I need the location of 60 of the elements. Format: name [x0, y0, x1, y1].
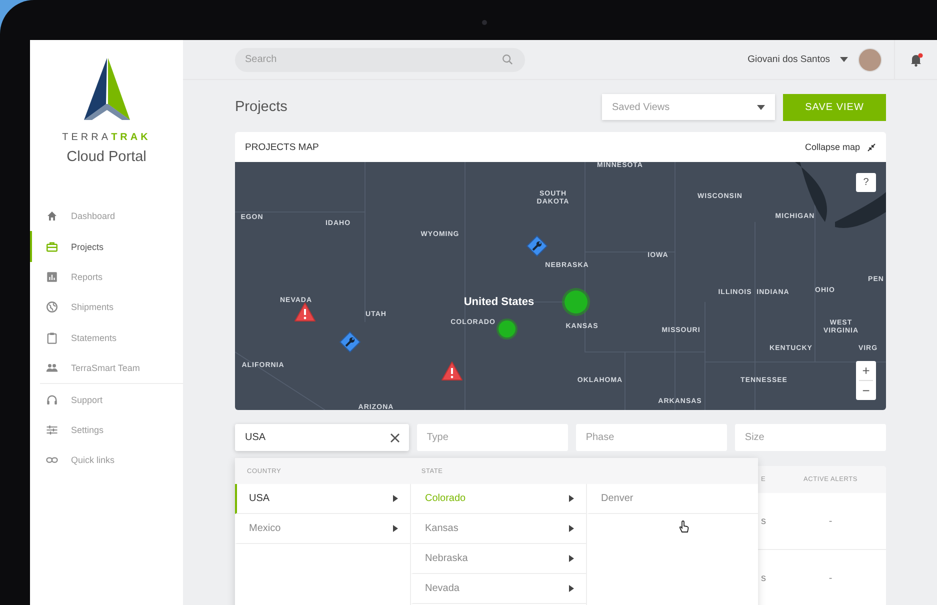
nav-item[interactable]: Settings [30, 414, 183, 446]
project-site-icon[interactable] [496, 318, 518, 340]
nav-icon [46, 424, 58, 436]
user-name[interactable]: Giovani dos Santos [748, 54, 830, 65]
caret-icon[interactable] [840, 57, 848, 62]
warning-icon[interactable] [441, 361, 463, 381]
help-button[interactable]: ? [856, 173, 876, 192]
search-field[interactable]: Search [235, 48, 525, 72]
table-cell-text: - [828, 516, 834, 526]
brand-name-accent: TRAK [111, 132, 151, 143]
collapse-map-button[interactable]: Collapse map [804, 142, 876, 152]
location-option[interactable]: Denver [587, 484, 758, 514]
wrench-icon[interactable] [526, 235, 548, 257]
save-view-button[interactable]: SAVE VIEW [783, 94, 886, 120]
nav-icon [46, 394, 58, 406]
page-title: Projects [235, 99, 288, 115]
collapse-icon [867, 142, 876, 152]
filter-field[interactable]: Phase [576, 424, 727, 451]
nav-icon [46, 210, 58, 222]
hand-cursor-icon [678, 520, 690, 533]
nav-item[interactable]: TerraSmart Team [30, 352, 183, 384]
nav-icon [46, 240, 58, 253]
nav-item[interactable]: Quick links [30, 445, 183, 476]
location-option[interactable]: Mexico [235, 514, 410, 544]
filter-field[interactable]: Size [734, 424, 886, 451]
nav-item[interactable]: Support [30, 384, 183, 415]
saved-views-dropdown[interactable]: Saved Views [602, 94, 775, 120]
nav-item[interactable]: Statements [30, 322, 183, 353]
search-icon [502, 54, 513, 65]
zoom-out-button[interactable]: − [856, 381, 876, 400]
wrench-icon[interactable] [339, 331, 361, 353]
camera-lens [482, 20, 487, 25]
table-cell-text: s [761, 572, 767, 584]
caret-icon [757, 104, 765, 110]
nav-icon [46, 270, 58, 283]
project-cluster-icon[interactable] [561, 287, 591, 317]
location-option[interactable]: Nevada [411, 574, 586, 604]
portal-subtitle: Cloud Portal [66, 149, 146, 165]
clear-icon[interactable] [388, 432, 401, 444]
zoom-in-button[interactable]: + [856, 361, 876, 380]
nav-item[interactable]: Dashboard [30, 201, 183, 232]
nav-icon [46, 332, 58, 344]
location-option[interactable]: USA [235, 484, 410, 514]
country-filter-field[interactable]: USA [235, 424, 409, 451]
map-label: United States [464, 296, 534, 308]
warning-icon[interactable] [294, 302, 316, 322]
nav-item[interactable]: Projects [30, 231, 183, 262]
table-cell-text: s [761, 516, 767, 526]
brand-name: TERRA [62, 132, 112, 143]
card-title: PROJECTS MAP [245, 142, 319, 152]
nav-icon [46, 301, 58, 314]
nav-item[interactable]: Shipments [30, 292, 183, 323]
table-cell-text: - [828, 572, 834, 584]
location-option[interactable]: Nebraska [411, 544, 586, 574]
location-option[interactable]: Colorado [411, 484, 586, 514]
bell-icon[interactable] [909, 52, 923, 66]
nav-icon [46, 362, 58, 374]
location-option[interactable]: Kansas [411, 514, 586, 544]
nav-item[interactable]: Reports [30, 262, 183, 292]
filter-field[interactable]: Type [416, 424, 568, 451]
